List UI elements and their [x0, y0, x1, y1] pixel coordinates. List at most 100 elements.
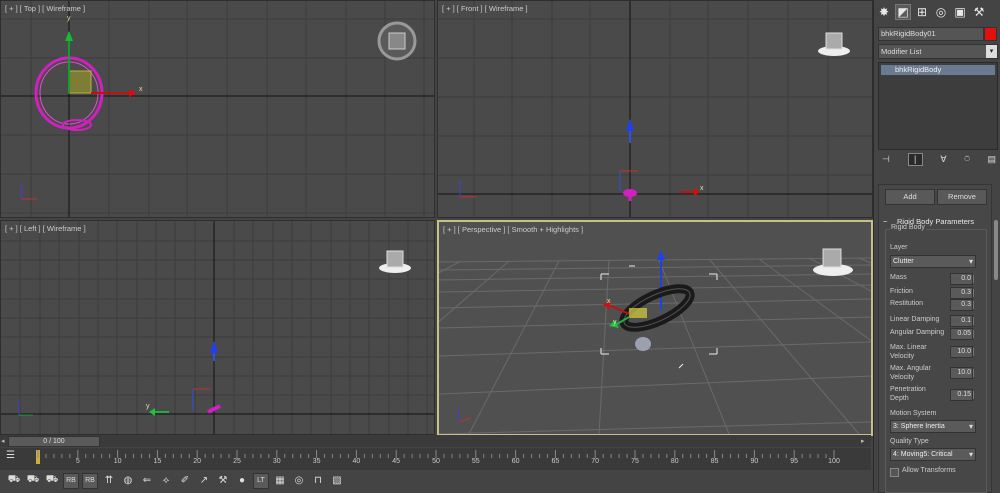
create-tab-icon[interactable]: ✸	[876, 4, 892, 20]
timeline-tick-label: 30	[272, 458, 281, 465]
friction-spinner[interactable]: 0.3	[950, 287, 974, 299]
penetration-depth-spinner[interactable]: 0.15	[950, 389, 974, 401]
time-slider-thumb[interactable]: 0 / 100	[8, 436, 100, 447]
object-name-field[interactable]: bhkRigidBody01	[878, 27, 984, 41]
timeline-tick-label: 65	[551, 458, 560, 465]
axis-x-label: x	[139, 86, 143, 93]
create-selection-icon[interactable]: ⛟	[6, 473, 22, 489]
quality-type-label: Quality Type	[890, 438, 929, 445]
viewport-label-top[interactable]: [ + ] [ Top ] [ Wireframe ]	[5, 4, 85, 13]
utilities-tab-icon[interactable]: ⚒	[971, 4, 987, 20]
command-panel-scrollbar[interactable]	[994, 220, 998, 280]
motion-tab-icon[interactable]: ◎	[933, 4, 949, 20]
max-angular-velocity-spinner[interactable]: 10.0	[950, 367, 974, 379]
timeline-tick-label: 60	[511, 458, 520, 465]
pin-stack-icon[interactable]: ⊣	[882, 154, 890, 165]
filter-icon[interactable]: ☰	[6, 450, 15, 461]
linear-damping-label: Linear Damping	[890, 316, 940, 323]
modifier-stack[interactable]: bhkRigidBody	[878, 62, 998, 150]
allow-transforms-label: Allow Transforms	[902, 467, 956, 474]
motion-system-dropdown[interactable]: 3: Sphere Inertia	[890, 420, 976, 433]
timeline-tick-label: 5	[75, 458, 80, 465]
timeline-tick-label: 75	[631, 458, 639, 465]
left-grid	[1, 221, 434, 434]
axis-x-label: x	[700, 185, 704, 192]
axis-y-label: y	[146, 403, 150, 410]
arrow-diamond-icon[interactable]: ⟡	[158, 473, 174, 489]
chevron-down-icon: ▾	[986, 45, 997, 58]
layer-label: Layer	[890, 244, 908, 251]
top-grid	[1, 1, 434, 217]
allow-transforms-checkbox[interactable]	[890, 468, 899, 477]
max-linear-velocity-spinner[interactable]: 10.0	[950, 346, 974, 358]
display-tab-icon[interactable]: ▣	[952, 4, 968, 20]
timeline-tick-label: 45	[392, 458, 401, 465]
configure-sets-icon[interactable]: ▤	[987, 154, 996, 165]
viewport-perspective[interactable]: [ + ] [ Perspective ] [ Smooth + Highlig…	[437, 220, 873, 436]
timeline-tick-label: 35	[312, 458, 321, 465]
timeline-tick-label: 10	[113, 458, 122, 465]
viewport-left[interactable]: [ + ] [ Left ] [ Wireframe ] y	[0, 220, 435, 435]
rb-icon[interactable]: RB	[63, 472, 79, 489]
command-panel-tabs: ✸ ◩ ⊞ ◎ ▣ ⚒	[876, 4, 987, 20]
timeline-tick-label: 80	[670, 458, 679, 465]
quality-type-dropdown[interactable]: 4: Moving5: Critical	[890, 448, 976, 461]
stack-item-bhkrigidbody[interactable]: bhkRigidBody	[881, 65, 995, 75]
timeline-tick-label: 55	[471, 458, 480, 465]
rb2-icon[interactable]: RB	[82, 472, 98, 489]
shape-icon[interactable]: ⛟	[44, 473, 60, 489]
restitution-label: Restitution	[890, 300, 924, 307]
viewport-front[interactable]: [ + ] [ Front ] [ Wireframe ] x	[437, 0, 873, 218]
front-grid	[438, 1, 872, 217]
timeline-tick-label: 85	[710, 458, 719, 465]
time-slider-prev-icon[interactable]: ◂	[1, 437, 5, 445]
show-end-result-icon[interactable]: |	[907, 153, 923, 166]
track-bar[interactable]: ☰ 5 10 15 20 25 30 35 40 45 50 55 60 65 70 75 80 85 90 95 1…	[0, 448, 871, 470]
viewport-label-front[interactable]: [ + ] [ Front ] [ Wireframe ]	[442, 4, 528, 13]
map-icon[interactable]: ▧	[329, 473, 345, 489]
make-unique-icon[interactable]: ∀	[940, 154, 946, 165]
timeline-tick-label: 20	[193, 458, 202, 465]
remove-modifier-icon[interactable]: ⍥	[964, 154, 969, 165]
lt-icon[interactable]: LT	[253, 472, 269, 489]
group-title: Rigid Body	[890, 224, 926, 231]
timeline-tick-label: 95	[790, 458, 799, 465]
add-button[interactable]: Add	[885, 189, 935, 205]
viewport-top[interactable]: [ + ] [ Top ] [ Wireframe ] x y	[0, 0, 435, 218]
modify-tab-icon[interactable]: ◩	[895, 4, 911, 20]
axis-y-label: y	[67, 15, 71, 22]
object-icon[interactable]: ⛟	[25, 473, 41, 489]
timeline-tick-label: 90	[750, 458, 759, 465]
stack-toolbar: ⊣ | ∀ ⍥ ▤	[882, 153, 996, 166]
restitution-spinner[interactable]: 0.3	[950, 299, 974, 311]
pivot-icon[interactable]: ✐	[177, 473, 193, 489]
friction-label: Friction	[890, 288, 913, 295]
wrench-icon[interactable]: ⚒	[215, 473, 231, 489]
linear-damping-spinner[interactable]: 0.1	[950, 315, 974, 327]
angular-damping-spinner[interactable]: 0.05	[950, 328, 974, 340]
rigid-body-rollout: Add Remove − Rigid Body Parameters Rigid…	[878, 184, 992, 493]
sphere-icon[interactable]: ◍	[120, 473, 136, 489]
remove-button[interactable]: Remove	[937, 189, 987, 205]
perspective-grid	[439, 248, 871, 434]
hierarchy-tab-icon[interactable]: ⊞	[914, 4, 930, 20]
lamp-icon[interactable]: ⊓	[310, 473, 326, 489]
mass-spinner[interactable]: 0.0	[950, 273, 974, 285]
bottom-toolbar: ⛟ ⛟ ⛟ RB RB ⇈ ◍ ⇐ ⟡ ✐ ↗ ⚒ ● LT ▦ ◎ ⊓ ▧	[0, 470, 871, 491]
arrow-left-icon[interactable]: ⇐	[139, 473, 155, 489]
rb3-icon[interactable]: ⇈	[101, 473, 117, 489]
object-color-swatch[interactable]	[984, 27, 997, 41]
viewport-label-perspective[interactable]: [ + ] [ Perspective ] [ Smooth + Highlig…	[443, 225, 583, 234]
time-slider[interactable]: ◂ 0 / 100 ▸	[0, 435, 871, 447]
modifier-list-dropdown[interactable]: Modifier List ▾	[878, 44, 998, 59]
dot-icon[interactable]: ●	[234, 473, 250, 489]
time-slider-next-icon[interactable]: ▸	[861, 437, 865, 445]
layer-dropdown[interactable]: Clutter	[890, 255, 976, 268]
modifier-list-label: Modifier List	[881, 47, 922, 56]
grid-icon[interactable]: ▦	[272, 473, 288, 489]
timeline-tick-label: 100	[828, 458, 840, 465]
globe-icon[interactable]: ◎	[291, 473, 307, 489]
pen-icon[interactable]: ↗	[196, 473, 212, 489]
axis-y-label: y	[613, 319, 617, 326]
viewport-label-left[interactable]: [ + ] [ Left ] [ Wireframe ]	[5, 224, 86, 233]
